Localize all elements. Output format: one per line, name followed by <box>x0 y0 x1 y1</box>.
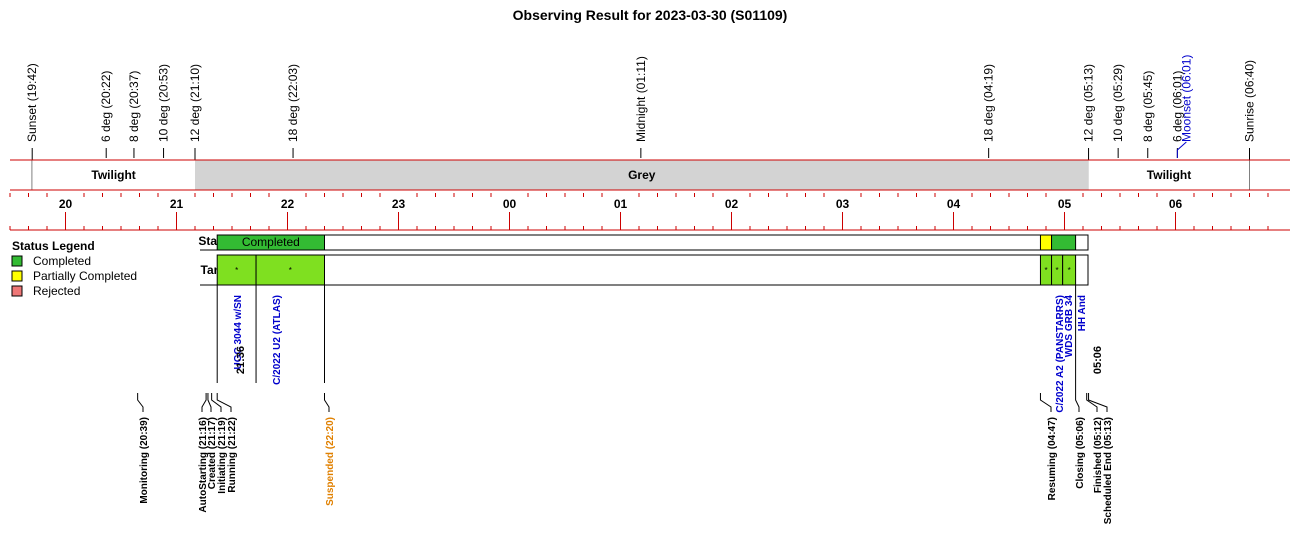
status-target-rows: StatusTargetsCompleted***** <box>198 234 1089 286</box>
sky-event-10-deg-20-53: 10 deg (20:53) <box>157 64 171 142</box>
sky-event-18-deg-22-03: 18 deg (22:03) <box>286 64 300 142</box>
hour-label-02: 02 <box>725 197 739 211</box>
sky-event-8-deg-05-45: 8 deg (05:45) <box>1141 71 1155 142</box>
legend-swatch-rejected <box>11 285 23 297</box>
sky-event-6-deg-20-22: 6 deg (20:22) <box>99 71 113 142</box>
sky-event-sunrise-06-40: Sunrise (06:40) <box>1243 60 1257 142</box>
event-connector-9 <box>1088 393 1108 412</box>
target-marker-wds-grb-34: * <box>1056 266 1059 275</box>
event-label-running-21-22: Running (21:22) <box>227 417 238 493</box>
time-mark-05-06: 05:06 <box>1092 346 1104 374</box>
status-segment-label-completed: Completed <box>242 235 300 249</box>
sky-event-8-deg-20-37: 8 deg (20:37) <box>127 71 141 142</box>
timeline-svg: Observing Result for 2023-03-30 (S01109)… <box>9 7 1290 524</box>
target-name-c-2022-u2-atlas: C/2022 U2 (ATLAS) <box>272 295 283 385</box>
sky-event-moonset-06-01: Moonset (06:01) <box>1179 55 1193 142</box>
target-marker-ugc-3044-w-sn: * <box>235 266 238 275</box>
period-label-twilight-2: Twilight <box>1147 168 1191 182</box>
event-label-suspended-22-20: Suspended (22:20) <box>325 417 336 506</box>
hour-label-00: 00 <box>503 197 517 211</box>
observing-timeline-chart: Observing Result for 2023-03-30 (S01109)… <box>0 0 1300 560</box>
period-label-twilight-0: Twilight <box>91 168 135 182</box>
sky-event-10-deg-05-29: 10 deg (05:29) <box>1111 64 1125 142</box>
sky-event-18-deg-04-19: 18 deg (04:19) <box>982 64 996 142</box>
hour-label-04: 04 <box>947 197 961 211</box>
legend-label-partially-completed: Partially Completed <box>33 269 137 283</box>
time-mark-21-36: 21:36 <box>235 346 247 374</box>
legend-swatch-completed <box>11 255 23 267</box>
event-connector-1 <box>201 393 207 412</box>
hour-label-05: 05 <box>1058 197 1072 211</box>
sky-event-12-deg-21-10: 12 deg (21:10) <box>188 64 202 142</box>
target-marker-c-2022-u2-atlas: * <box>289 266 292 275</box>
event-labels: Monitoring (20:39) AutoStarting (21:16)Cr… <box>137 393 1114 524</box>
hour-label-21: 21 <box>170 197 184 211</box>
sky-periods-band: Twilight Grey Twilight <box>10 159 1290 191</box>
time-axis: 20 21 22 23 00 01 02 03 04 05 06 <box>9 193 1290 231</box>
target-name-wds-grb-34: WDS GRB 34 <box>1064 295 1075 358</box>
target-name-hh-and: HH And <box>1077 295 1088 331</box>
sky-event-midnight-01-11: Midnight (01:11) <box>634 56 648 142</box>
event-label-closing-05-06: Closing (05:06) <box>1075 417 1086 489</box>
period-label-grey-1: Grey <box>628 168 656 182</box>
chart-title: Observing Result for 2023-03-30 (S01109) <box>513 7 788 23</box>
status-row-frame <box>248 234 1089 251</box>
status-segment-2 <box>1051 234 1077 251</box>
hour-label-23: 23 <box>392 197 406 211</box>
legend-title: Status Legend <box>12 239 95 253</box>
hour-label-22: 22 <box>281 197 295 211</box>
legend-swatch-partially-completed <box>11 270 23 282</box>
hour-label-06: 06 <box>1169 197 1183 211</box>
moonset-connector <box>1176 141 1187 158</box>
hour-label-20: 20 <box>59 197 73 211</box>
legend-label-completed: Completed <box>33 254 91 268</box>
hour-label-01: 01 <box>614 197 628 211</box>
event-connector-7 <box>1075 393 1080 412</box>
hour-label-03: 03 <box>836 197 850 211</box>
target-marker-hh-and: * <box>1068 266 1071 275</box>
target-labels: UGC 3044 w/SN C/2022 U2 (ATLAS) C/2022 A2 … <box>216 285 1104 413</box>
sky-event-sunset-19-42: Sunset (19:42) <box>25 63 39 142</box>
status-segment-1 <box>1039 234 1053 251</box>
event-connector-3 <box>211 393 222 412</box>
event-label-scheduled-end-05-13: Scheduled End (05:13) <box>1103 417 1114 524</box>
event-connector-2 <box>207 393 212 412</box>
event-connector-0 <box>137 393 144 412</box>
event-label-monitoring-20-39: Monitoring (20:39) <box>139 417 150 504</box>
sky-event-12-deg-05-13: 12 deg (05:13) <box>1082 64 1096 142</box>
legend-label-rejected: Rejected <box>33 284 80 298</box>
event-connector-6 <box>1039 393 1052 412</box>
targets-row-frame <box>248 254 1089 286</box>
event-label-resuming-04-47: Resuming (04:47) <box>1047 417 1058 500</box>
status-legend: Status LegendCompletedPartially Complete… <box>11 239 137 298</box>
event-connector-5 <box>324 393 330 412</box>
target-marker-c-2022-a2-panstarrs: * <box>1044 266 1047 275</box>
event-connector-4 <box>216 393 232 412</box>
